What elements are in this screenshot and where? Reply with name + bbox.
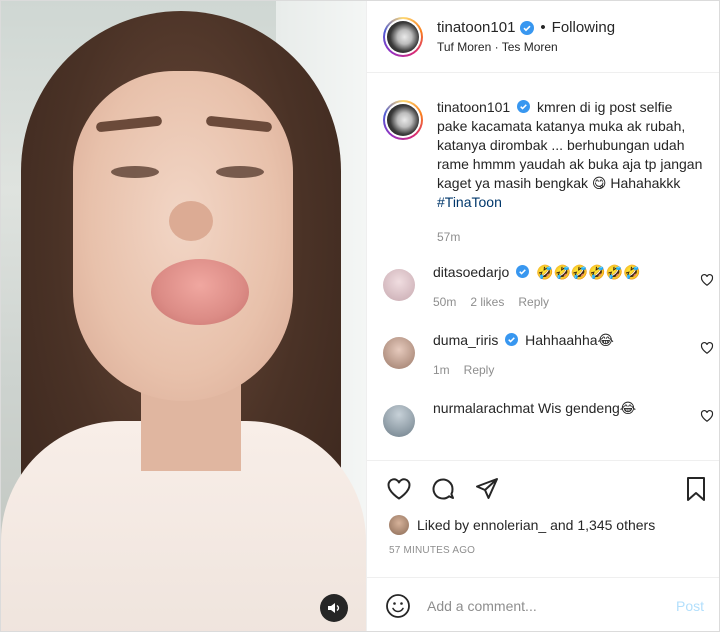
commenter-username[interactable]: nurmalarachmat bbox=[433, 400, 534, 416]
comment-like-icon[interactable] bbox=[700, 273, 714, 287]
post-header: tinatoon101 • Following Tuf Moren · Tes … bbox=[367, 1, 719, 73]
verified-badge-icon bbox=[517, 100, 531, 113]
likes-rest[interactable]: and 1,345 others bbox=[550, 517, 655, 533]
caption-age: 57m bbox=[437, 230, 461, 244]
post-location[interactable]: Tuf Moren · Tes Moren bbox=[437, 40, 615, 54]
comment-button[interactable] bbox=[429, 475, 457, 503]
reply-button[interactable]: Reply bbox=[464, 363, 495, 377]
commenter-avatar[interactable] bbox=[383, 337, 415, 369]
liker-username[interactable]: ennolerian_ bbox=[473, 517, 546, 533]
author-username[interactable]: tinatoon101 bbox=[437, 19, 515, 36]
commenter-username[interactable]: duma_riris bbox=[433, 332, 498, 348]
post-actions: Liked by ennolerian_ and 1,345 others 57… bbox=[367, 460, 719, 556]
comment-input[interactable] bbox=[427, 597, 676, 614]
post-side-panel: tinatoon101 • Following Tuf Moren · Tes … bbox=[366, 1, 719, 631]
comment-text: Hahhaahha😂 bbox=[525, 332, 614, 348]
comment-text: 🤣🤣🤣🤣🤣🤣 bbox=[536, 264, 641, 280]
speaker-icon bbox=[328, 603, 340, 613]
verified-badge-icon bbox=[505, 333, 519, 346]
commenter-avatar[interactable] bbox=[383, 405, 415, 437]
commenter-username[interactable]: ditasoedarjo bbox=[433, 264, 509, 280]
save-button[interactable] bbox=[682, 475, 710, 503]
post-video[interactable] bbox=[1, 1, 366, 631]
add-comment-bar: Post bbox=[367, 577, 719, 631]
liker-avatar bbox=[389, 515, 409, 535]
following-button[interactable]: Following bbox=[552, 19, 615, 36]
share-icon bbox=[476, 478, 498, 499]
author-avatar[interactable] bbox=[383, 16, 423, 57]
comment-like-icon[interactable] bbox=[700, 409, 714, 423]
comment-age: 50m bbox=[433, 295, 457, 309]
comment-item: duma_riris Hahhaahha😂 1m Reply bbox=[367, 331, 719, 377]
instagram-post-window: tinatoon101 • Following Tuf Moren · Tes … bbox=[0, 0, 720, 632]
sound-toggle-button[interactable] bbox=[320, 594, 348, 622]
reply-button[interactable]: Reply bbox=[518, 295, 549, 309]
like-button[interactable] bbox=[385, 475, 413, 503]
verified-badge-icon bbox=[520, 20, 535, 35]
comment-like-icon[interactable] bbox=[700, 341, 714, 355]
caption-hashtag[interactable]: #TinaToon bbox=[437, 194, 502, 210]
likes-prefix: Liked by bbox=[417, 517, 470, 533]
comment-icon bbox=[432, 478, 454, 500]
comment-likes[interactable]: 2 likes bbox=[470, 295, 504, 309]
heart-icon bbox=[387, 478, 411, 500]
share-button[interactable] bbox=[473, 475, 501, 503]
emoji-icon[interactable] bbox=[385, 593, 411, 619]
likes-summary[interactable]: Liked by ennolerian_ and 1,345 others bbox=[367, 515, 719, 535]
verified-badge-icon bbox=[516, 265, 530, 278]
bookmark-icon bbox=[687, 477, 705, 501]
video-lips bbox=[151, 259, 249, 325]
post-timestamp: 57 MINUTES AGO bbox=[389, 545, 476, 556]
comments-list[interactable]: tinatoon101 kmren di ig post selfie pake… bbox=[367, 74, 719, 460]
commenter-avatar[interactable] bbox=[383, 269, 415, 301]
comment-item: nurmalarachmat Wis gendeng😂 bbox=[367, 399, 719, 437]
caption-avatar[interactable] bbox=[383, 100, 423, 140]
post-comment-button[interactable]: Post bbox=[676, 598, 704, 614]
header-separator: • bbox=[540, 19, 546, 36]
comment-age: 1m bbox=[433, 363, 450, 377]
post-caption: tinatoon101 kmren di ig post selfie pake… bbox=[367, 74, 719, 247]
comment-item: ditasoedarjo 🤣🤣🤣🤣🤣🤣 50m 2 likes Reply bbox=[367, 263, 719, 309]
caption-username[interactable]: tinatoon101 bbox=[437, 99, 510, 115]
comment-text: Wis gendeng😂 bbox=[538, 400, 637, 416]
